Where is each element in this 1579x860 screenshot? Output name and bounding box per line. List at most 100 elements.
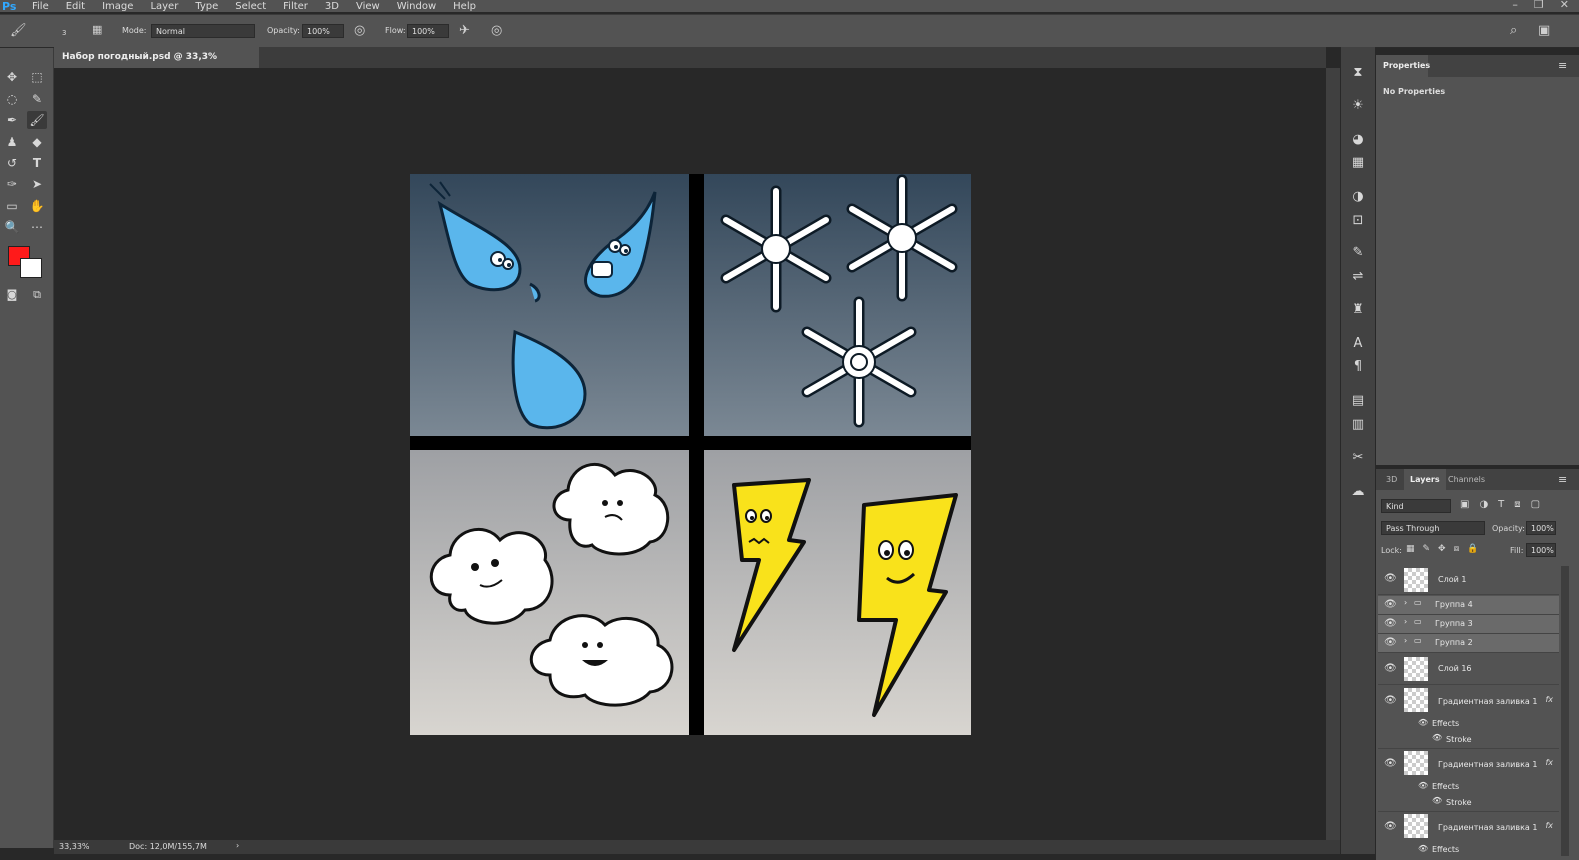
group-expand-chevron-icon[interactable]: ›	[1404, 617, 1407, 626]
styles-panel-icon[interactable]: ⊡	[1349, 212, 1367, 230]
swatches-panel-icon[interactable]: ◕	[1349, 131, 1367, 149]
menu-select[interactable]: Select	[235, 1, 266, 12]
group-row[interactable]: 👁 › ▭ Группа 2	[1378, 634, 1559, 653]
group-expand-chevron-icon[interactable]: ›	[1404, 598, 1407, 607]
document-canvas[interactable]	[410, 174, 971, 735]
visibility-eye-icon[interactable]: 👁	[1384, 821, 1397, 832]
menu-3d[interactable]: 3D	[325, 1, 339, 12]
visibility-eye-icon[interactable]: 👁	[1384, 599, 1397, 610]
brush-size-value[interactable]: 3	[62, 29, 66, 37]
character-panel-icon[interactable]: A	[1349, 335, 1367, 353]
effects-eye-icon[interactable]: 👁	[1418, 844, 1428, 853]
notes-panel-icon[interactable]: ▥	[1349, 416, 1367, 434]
pen-tool-icon[interactable]: ✑	[2, 175, 22, 193]
visibility-eye-icon[interactable]: 👁	[1384, 573, 1397, 584]
fx-icon[interactable]: fx	[1545, 695, 1553, 704]
lock-icons[interactable]: ▦✎✥⧈🔒	[1406, 544, 1487, 554]
eyedropper-tool-icon[interactable]: ✒	[2, 111, 22, 129]
menu-file[interactable]: File	[32, 1, 49, 12]
brushes-panel-icon[interactable]: ✎	[1349, 244, 1367, 262]
tab-3d[interactable]: 3D	[1380, 469, 1403, 490]
menu-filter[interactable]: Filter	[283, 1, 308, 12]
type-tool-icon[interactable]: T	[27, 154, 47, 172]
document-tab[interactable]: Набор погодный.psd @ 33,3% (RGB/8#) ×	[54, 47, 259, 82]
status-menu-arrow[interactable]: ›	[236, 841, 239, 850]
zoom-tool-icon[interactable]: 🔍	[2, 218, 22, 236]
search-icon[interactable]: ⌕	[1510, 23, 1517, 38]
pressure-size-icon[interactable]: ◎	[491, 23, 502, 38]
workspace-icon[interactable]: ▣	[1538, 23, 1550, 38]
hand-tool-icon[interactable]: ✋	[27, 197, 47, 215]
fx-icon[interactable]: fx	[1545, 758, 1553, 767]
screen-mode-icon[interactable]: ⧉	[27, 286, 47, 304]
adjustments-panel-icon[interactable]: ◑	[1349, 188, 1367, 206]
layer-row[interactable]: 👁 Слой 16	[1378, 654, 1559, 685]
layer-filter-icons[interactable]: ▣◑T⧈▢	[1460, 499, 1550, 510]
zoom-level[interactable]: 33,33%	[59, 842, 90, 851]
tab-layers[interactable]: Layers	[1404, 469, 1446, 490]
quick-mask-icon[interactable]: ◙	[2, 286, 22, 304]
vertical-scrollbar[interactable]	[1326, 68, 1340, 840]
layer-filter-kind[interactable]: Kind	[1381, 499, 1451, 513]
stamp-tool-icon[interactable]: ♟	[2, 133, 22, 151]
pressure-opacity-icon[interactable]: ◎	[354, 23, 365, 38]
fill-layer-row[interactable]: 👁 Градиентная заливка 1 fx 👁 Effects	[1378, 812, 1559, 856]
history-brush-tool-icon[interactable]: ↺	[2, 154, 22, 172]
grid-panel-icon[interactable]: ▦	[1349, 154, 1367, 172]
visibility-eye-icon[interactable]: 👁	[1384, 695, 1397, 706]
libraries-panel-icon[interactable]: ▤	[1349, 392, 1367, 410]
restore-button[interactable]: ❐	[1534, 0, 1544, 11]
blend-mode-select[interactable]: Pass Through	[1381, 521, 1485, 535]
brush-tool-icon[interactable]: 🖌	[27, 111, 47, 129]
tab-channels[interactable]: Channels	[1442, 469, 1491, 490]
layers-menu-icon[interactable]: ≡	[1558, 473, 1567, 486]
menu-window[interactable]: Window	[397, 1, 436, 12]
fill-layer-row[interactable]: 👁 Градиентная заливка 1 fx 👁 Effects 👁 S…	[1378, 686, 1559, 749]
more-tools-icon[interactable]: ⋯	[27, 218, 47, 236]
layer-opacity-input[interactable]: 100%	[1526, 521, 1556, 535]
cloud-libraries-icon[interactable]: ☁	[1349, 483, 1367, 501]
move-tool-icon[interactable]: ✥	[2, 68, 22, 86]
visibility-eye-icon[interactable]: 👁	[1384, 663, 1397, 674]
brush-tool-preset-icon[interactable]: 🖌	[10, 23, 27, 38]
airbrush-icon[interactable]: ✈	[459, 23, 470, 38]
background-color-swatch[interactable]	[20, 258, 42, 278]
quick-select-tool-icon[interactable]: ✎	[27, 90, 47, 108]
visibility-eye-icon[interactable]: 👁	[1384, 758, 1397, 769]
menu-view[interactable]: View	[356, 1, 380, 12]
fill-input[interactable]: 100%	[1526, 543, 1556, 557]
effects-eye-icon[interactable]: 👁	[1418, 718, 1428, 727]
group-expand-chevron-icon[interactable]: ›	[1404, 636, 1407, 645]
minimize-button[interactable]: –	[1512, 0, 1518, 11]
opacity-input[interactable]: 100%	[302, 24, 344, 38]
stroke-eye-icon[interactable]: 👁	[1432, 796, 1442, 805]
fill-layer-row[interactable]: 👁 Градиентная заливка 1 fx 👁 Effects 👁 S…	[1378, 749, 1559, 812]
menu-type[interactable]: Type	[195, 1, 218, 12]
clone-source-icon[interactable]: ♜	[1349, 301, 1367, 319]
menu-help[interactable]: Help	[453, 1, 476, 12]
flow-input[interactable]: 100%	[407, 24, 449, 38]
visibility-eye-icon[interactable]: 👁	[1384, 618, 1397, 629]
color-panel-icon[interactable]: ☀	[1349, 97, 1367, 115]
effects-eye-icon[interactable]: 👁	[1418, 781, 1428, 790]
layer-row[interactable]: 👁 Слой 1	[1378, 566, 1559, 595]
mode-select[interactable]: Normal	[151, 24, 255, 38]
history-panel-icon[interactable]: ⧗	[1349, 64, 1367, 82]
properties-tab[interactable]: Properties	[1376, 55, 1430, 77]
menu-layer[interactable]: Layer	[150, 1, 178, 12]
properties-menu-icon[interactable]: ≡	[1558, 59, 1567, 72]
lasso-tool-icon[interactable]: ◌	[2, 90, 22, 108]
stroke-eye-icon[interactable]: 👁	[1432, 733, 1442, 742]
brush-panel-toggle-icon[interactable]: ▦	[92, 23, 102, 36]
fx-icon[interactable]: fx	[1545, 821, 1553, 830]
visibility-eye-icon[interactable]: 👁	[1384, 637, 1397, 648]
tools-presets-icon[interactable]: ✂	[1349, 449, 1367, 467]
marquee-tool-icon[interactable]: ⬚	[27, 68, 47, 86]
menu-edit[interactable]: Edit	[66, 1, 85, 12]
group-row[interactable]: 👁 › ▭ Группа 3	[1378, 615, 1559, 634]
close-window-button[interactable]: ✕	[1560, 0, 1569, 11]
group-row[interactable]: 👁 › ▭ Группа 4	[1378, 596, 1559, 615]
brush-settings-icon[interactable]: ⇌	[1349, 268, 1367, 286]
paragraph-panel-icon[interactable]: ¶	[1349, 358, 1367, 376]
menu-image[interactable]: Image	[102, 1, 133, 12]
